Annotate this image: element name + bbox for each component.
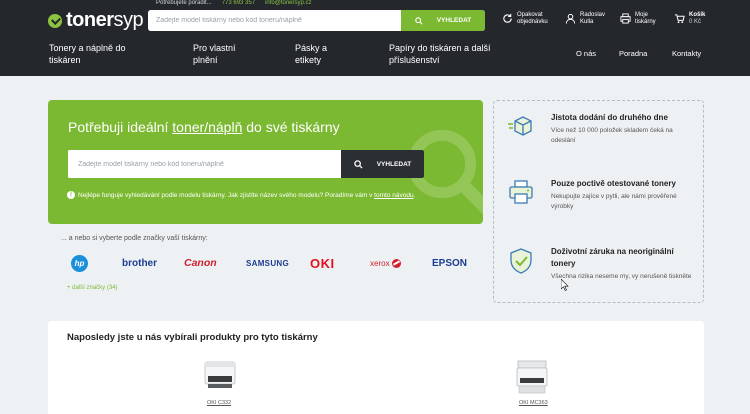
hero-search-button-label: VYHLEDAT	[376, 160, 412, 168]
brand-hp-logo[interactable]: hp	[71, 255, 88, 272]
printer-image-oki-mc363[interactable]	[514, 358, 550, 396]
guide-link[interactable]: tomto návodu	[374, 192, 413, 199]
top-phone[interactable]: 773 693 357	[222, 0, 255, 6]
more-brands-link[interactable]: + další značky (34)	[67, 285, 118, 291]
brand-canon-logo[interactable]: Canon	[184, 256, 217, 270]
my-printers-label-2: tiskárny	[635, 19, 656, 25]
benefit-tested-desc: Nekupujte zajíce v pytli, ale námi prově…	[551, 193, 677, 210]
benefit-delivery-desc: Více než 10 000 položek skladem čeká na …	[551, 127, 673, 144]
header-search-button-label: VYHLEDAT	[436, 17, 472, 24]
hero-search: VYHLEDAT	[68, 150, 424, 178]
hero-search-input[interactable]	[68, 150, 341, 178]
brand-oki-logo[interactable]: OKI	[310, 256, 335, 271]
account-name-1: Radoslav	[580, 12, 606, 18]
cart-label: Košík	[689, 12, 706, 18]
brand-xerox-logo[interactable]: xerox	[370, 256, 401, 270]
brands-label: ... a nebo si vyberte podle značky vaší …	[61, 235, 208, 242]
hero-search-panel: Potřebuji ideální toner/náplň do své tis…	[48, 100, 483, 224]
nav-about[interactable]: O nás	[576, 49, 596, 58]
nav-ribbons-line1: Pásky a	[295, 43, 328, 53]
my-printers-button[interactable]: Moje tiskárny	[620, 12, 656, 26]
reorder-button[interactable]: Opakovat objednávku	[502, 12, 548, 26]
printer-label-oki-c332[interactable]: OKI C332	[207, 400, 231, 406]
hero-help-text: Nejlépe funguje vyhledávání podle modelu…	[78, 192, 373, 199]
search-icon	[353, 159, 363, 169]
brand-brother-logo[interactable]: brother	[122, 256, 157, 270]
nav-refill-line2: plnění	[193, 55, 218, 65]
search-icon	[414, 16, 423, 25]
delivery-box-icon	[508, 116, 532, 136]
my-printers-label-1: Moje	[635, 12, 649, 18]
benefit-delivery-title: Jistota dodání do druhého dne	[551, 113, 668, 122]
nav-contacts[interactable]: Kontakty	[672, 49, 701, 58]
cart-button[interactable]: Košík 0 Kč	[674, 12, 705, 26]
account-name-2: Kulla	[580, 19, 594, 25]
nav-advice[interactable]: Poradna	[619, 49, 647, 58]
nav-refill-line1: Pro vlastní	[193, 43, 236, 53]
xerox-text: xerox	[370, 258, 390, 268]
benefits-panel: Jistota dodání do druhého dne Více než 1…	[493, 100, 704, 303]
benefit-warranty-title: Doživotní záruka na neoriginální tonery	[551, 247, 674, 268]
top-info-strip: Potřebujete poradit... 773 693 357 info@…	[156, 0, 312, 6]
cart-total: 0 Kč	[689, 19, 702, 25]
info-icon: !	[67, 191, 75, 199]
hero-title-link[interactable]: toner/náplň	[172, 119, 242, 135]
nav-item-toners[interactable]: Tonery a náplně do tiskáren	[49, 42, 126, 66]
recent-printers-section: Naposledy jste u nás vybírali produkty p…	[48, 321, 704, 414]
nav-toners-line1: Tonery a náplně do	[49, 43, 126, 53]
account-button[interactable]: Radoslav Kulla	[565, 12, 605, 26]
benefit-tested-title: Pouze poctivě otestované tonery	[551, 179, 676, 188]
nav-toners-line2: tiskáren	[49, 55, 81, 65]
reorder-label-1: Opakovat	[517, 12, 543, 18]
hero-search-button[interactable]: VYHLEDAT	[341, 150, 424, 178]
user-icon	[565, 13, 576, 24]
shield-check-icon	[510, 248, 532, 274]
site-header: Potřebujete poradit... 773 693 357 info@…	[0, 0, 750, 76]
header-search: VYHLEDAT	[148, 10, 485, 31]
nav-paper-line1: Papíry do tiskáren a další	[389, 43, 491, 53]
header-search-input[interactable]	[148, 10, 401, 31]
xerox-ball-icon	[391, 258, 401, 268]
brand-samsung-logo[interactable]: SAMSUNG	[246, 256, 289, 270]
nav-item-refill[interactable]: Pro vlastní plnění	[193, 42, 236, 66]
reorder-label-2: objednávku	[517, 19, 548, 25]
logo-check-icon	[48, 13, 62, 28]
top-email[interactable]: info@tonersyp.cz	[265, 0, 311, 6]
site-logo[interactable]: tonersyp	[48, 9, 144, 32]
mouse-cursor-icon	[561, 279, 569, 291]
hero-help-note: ! Nejlépe funguje vyhledávání podle mode…	[67, 190, 458, 201]
printer-icon	[509, 180, 533, 204]
refresh-icon	[503, 13, 512, 23]
recent-printers-title: Naposledy jste u nás vybírali produkty p…	[67, 332, 318, 343]
brand-epson-logo[interactable]: EPSON	[432, 256, 467, 270]
hero-title: Potřebuji ideální toner/náplň do své tis…	[68, 119, 340, 135]
logo-text: tonersyp	[66, 9, 144, 31]
top-info-text: Potřebujete poradit...	[156, 0, 212, 6]
printer-small-icon	[620, 13, 631, 24]
nav-paper-line2: příslušenství	[389, 55, 440, 65]
nav-item-ribbons[interactable]: Pásky a etikety	[295, 42, 327, 66]
benefit-warranty-desc: Všechna rizika neseme my, vy nerušeně ti…	[551, 273, 692, 280]
nav-ribbons-line2: etikety	[295, 55, 322, 65]
printer-label-oki-mc363[interactable]: OKI MC363	[519, 400, 548, 406]
printer-image-oki-c332[interactable]	[202, 356, 238, 392]
cart-icon	[674, 14, 685, 24]
header-search-button[interactable]: VYHLEDAT	[401, 10, 485, 31]
nav-item-paper[interactable]: Papíry do tiskáren a další příslušenství	[389, 42, 491, 66]
